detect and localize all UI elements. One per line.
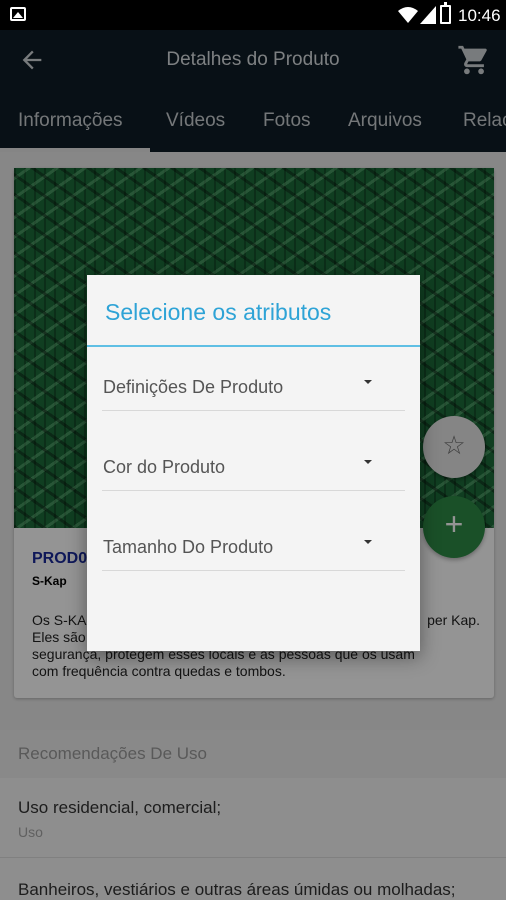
select-label: Tamanho Do Produto (103, 537, 274, 557)
product-definitions-select[interactable]: Definições De Produto (102, 367, 405, 411)
dialog-title: Selecione os atributos (105, 299, 332, 325)
wifi-icon (398, 7, 418, 23)
dropdown-arrow-icon (364, 460, 372, 464)
battery-icon (440, 2, 451, 24)
status-bar: 10:46 (0, 0, 506, 30)
attributes-dialog: Selecione os atributos Definições De Pro… (87, 275, 420, 651)
product-size-select[interactable]: Tamanho Do Produto (102, 527, 405, 571)
image-notification-icon (10, 7, 26, 21)
signal-icon (420, 6, 436, 24)
status-time: 10:46 (458, 6, 501, 25)
dropdown-arrow-icon (364, 380, 372, 384)
select-label: Cor do Produto (103, 457, 226, 477)
product-color-select[interactable]: Cor do Produto (102, 447, 405, 491)
dropdown-arrow-icon (364, 540, 372, 544)
dialog-divider (87, 345, 420, 347)
select-label: Definições De Produto (103, 377, 284, 397)
